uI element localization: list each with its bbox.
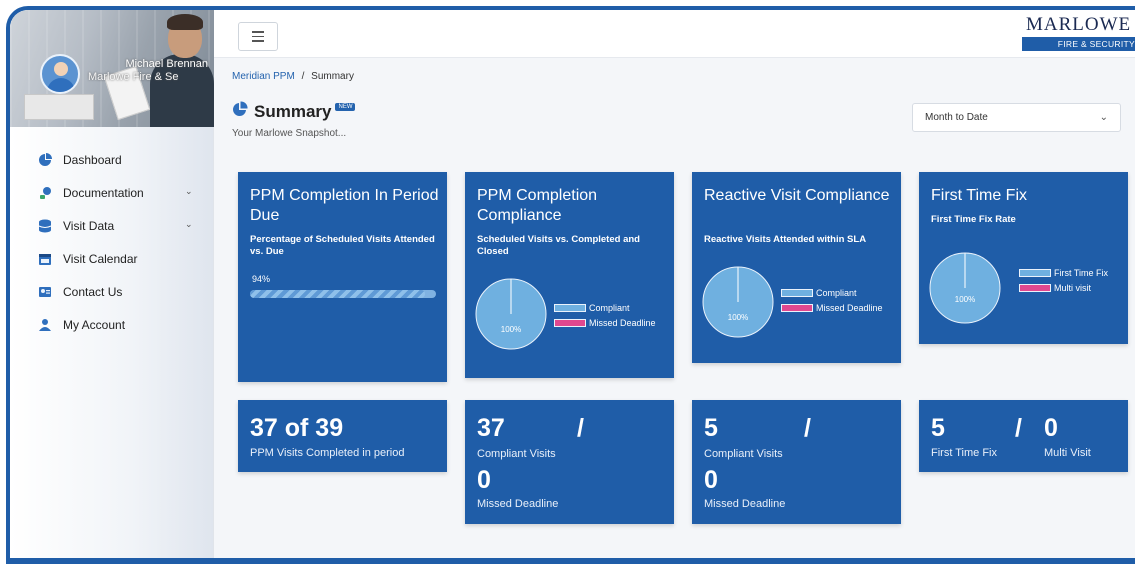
topbar: MARLOWE FIRE & SECURITY	[214, 10, 1135, 58]
legend-item-missed: Missed Deadline	[781, 303, 883, 313]
stat-value-compliant: 37	[477, 414, 505, 442]
breadcrumb: Meridian PPM / Summary	[232, 71, 354, 82]
sidebar-item-label: Visit Calendar	[63, 251, 138, 266]
card-description: Reactive Visits Attended within SLA	[704, 234, 867, 245]
avatar[interactable]	[40, 54, 80, 94]
pie-chart-icon	[38, 152, 52, 167]
profile-company: Marlowe Fire & Se	[88, 71, 179, 83]
sidebar-item-label: My Account	[63, 317, 126, 332]
sidebar-item-dashboard[interactable]: Dashboard	[10, 143, 214, 176]
stat-value-first-time-fix: 5	[931, 414, 945, 442]
first-time-fix-card: First Time Fix First Time Fix Rate 100% …	[919, 172, 1128, 344]
stat-label-compliant: Compliant Visits	[704, 448, 783, 460]
stat-label-missed: Missed Deadline	[477, 498, 559, 510]
stat-label: PPM Visits Completed in period	[250, 447, 405, 459]
new-badge: NEW	[335, 102, 356, 111]
legend-item-compliant: Compliant	[554, 303, 630, 313]
logo-tagline: FIRE & SECURITY	[1022, 37, 1135, 51]
logo-wordmark: MARLOWE	[1026, 14, 1132, 35]
breadcrumb-current: Summary	[311, 71, 354, 82]
stat-value: 37 of 39	[250, 414, 344, 442]
sidebar-item-my-account[interactable]: My Account	[10, 308, 214, 341]
company-logo[interactable]: MARLOWE FIRE & SECURITY	[1020, 14, 1135, 54]
pie-label: 100%	[955, 295, 975, 304]
sidebar-item-contact-us[interactable]: Contact Us	[10, 275, 214, 308]
sidebar-item-visit-calendar[interactable]: Visit Calendar	[10, 242, 214, 275]
progress-bar	[250, 290, 436, 298]
card-description: First Time Fix Rate	[931, 214, 1016, 225]
legend-swatch	[554, 319, 586, 327]
sidebar-item-label: Contact Us	[63, 284, 123, 299]
period-select[interactable]: Month to Date ⌄	[912, 103, 1121, 132]
pie-chart-icon	[232, 101, 248, 122]
calendar-icon	[38, 252, 52, 266]
legend-item-missed: Missed Deadline	[554, 318, 656, 328]
breadcrumb-parent-link[interactable]: Meridian PPM	[232, 71, 295, 82]
legend-swatch	[781, 289, 813, 297]
hamburger-icon	[252, 31, 264, 33]
stat-value-missed: 0	[477, 466, 491, 494]
compliance-pie-chart: 100%	[475, 278, 547, 350]
stat-label-compliant: Compliant Visits	[477, 448, 556, 460]
ppm-compliance-stat-card: 37 / Compliant Visits 0 Missed Deadline	[465, 400, 674, 524]
sidebar-item-documentation[interactable]: Documentation ⌄	[10, 176, 214, 209]
page-header: Summary NEW	[232, 101, 356, 122]
menu-toggle-button[interactable]	[238, 22, 278, 51]
chevron-down-icon: ⌄	[1099, 112, 1108, 123]
sidebar: Michael Brennan Marlowe Fire & Se Dashbo…	[10, 10, 214, 564]
contact-icon	[38, 285, 52, 299]
ppm-compliance-card: PPM Completion Compliance Scheduled Visi…	[465, 172, 674, 378]
sidebar-item-label: Documentation	[63, 185, 144, 200]
legend-swatch	[781, 304, 813, 312]
database-icon	[38, 219, 52, 233]
pie-label: 100%	[501, 325, 521, 334]
stat-value-missed: 0	[704, 466, 718, 494]
stat-label-multi-visit: Multi Visit	[1044, 447, 1091, 459]
sidebar-item-visit-data[interactable]: Visit Data ⌄	[10, 209, 214, 242]
breadcrumb-separator: /	[301, 71, 305, 82]
reactive-pie-chart: 100%	[702, 266, 774, 338]
chevron-down-icon[interactable]: ⌄	[185, 219, 193, 230]
sidebar-item-label: Visit Data	[63, 218, 115, 233]
legend-swatch	[1019, 269, 1051, 277]
pie-label: 100%	[728, 313, 748, 322]
stat-separator: /	[577, 414, 584, 442]
stat-label-missed: Missed Deadline	[704, 498, 786, 510]
reactive-stat-card: 5 / Compliant Visits 0 Missed Deadline	[692, 400, 901, 524]
sidebar-nav: Dashboard Documentation ⌄ Visit Data ⌄ V…	[10, 143, 214, 341]
first-time-fix-pie-chart: 100%	[929, 252, 1001, 324]
profile-name: Michael Brennan	[125, 58, 208, 70]
card-title: PPM Completion In Period Due	[250, 187, 439, 224]
stat-separator: /	[804, 414, 811, 442]
card-title: First Time Fix	[931, 187, 1027, 204]
first-time-fix-stat-card: 5 / 0 First Time Fix Multi Visit	[919, 400, 1128, 472]
reactive-compliance-card: Reactive Visit Compliance Reactive Visit…	[692, 172, 901, 363]
bulb-icon	[38, 186, 52, 200]
card-title: PPM Completion Compliance	[477, 187, 598, 224]
legend-item-first-time-fix: First Time Fix	[1019, 268, 1108, 278]
card-description: Percentage of Scheduled Visits Attended …	[250, 234, 435, 257]
legend-item-compliant: Compliant	[781, 288, 857, 298]
stat-value-compliant: 5	[704, 414, 718, 442]
ppm-visits-stat-card: 37 of 39 PPM Visits Completed in period	[238, 400, 447, 472]
period-select-value: Month to Date	[925, 112, 988, 123]
stat-value-multi-visit: 0	[1044, 414, 1058, 442]
progress-label: 94%	[252, 274, 271, 284]
sidebar-item-label: Dashboard	[63, 152, 122, 167]
stat-label-first-time-fix: First Time Fix	[931, 447, 997, 459]
chevron-down-icon[interactable]: ⌄	[185, 186, 193, 197]
ppm-due-card: PPM Completion In Period Due Percentage …	[238, 172, 447, 382]
legend-item-multi-visit: Multi visit	[1019, 283, 1091, 293]
user-icon	[38, 318, 52, 332]
profile-banner: Michael Brennan Marlowe Fire & Se	[10, 10, 214, 127]
card-description: Scheduled Visits vs. Completed and Close…	[477, 234, 640, 257]
progress-fill	[250, 290, 425, 298]
legend-swatch	[1019, 284, 1051, 292]
page-title: Summary	[254, 101, 332, 121]
fire-panel-image	[24, 94, 94, 120]
card-title: Reactive Visit Compliance	[704, 187, 890, 204]
stat-separator: /	[1015, 414, 1022, 442]
page-subtitle: Your Marlowe Snapshot...	[232, 128, 347, 139]
legend-swatch	[554, 304, 586, 312]
